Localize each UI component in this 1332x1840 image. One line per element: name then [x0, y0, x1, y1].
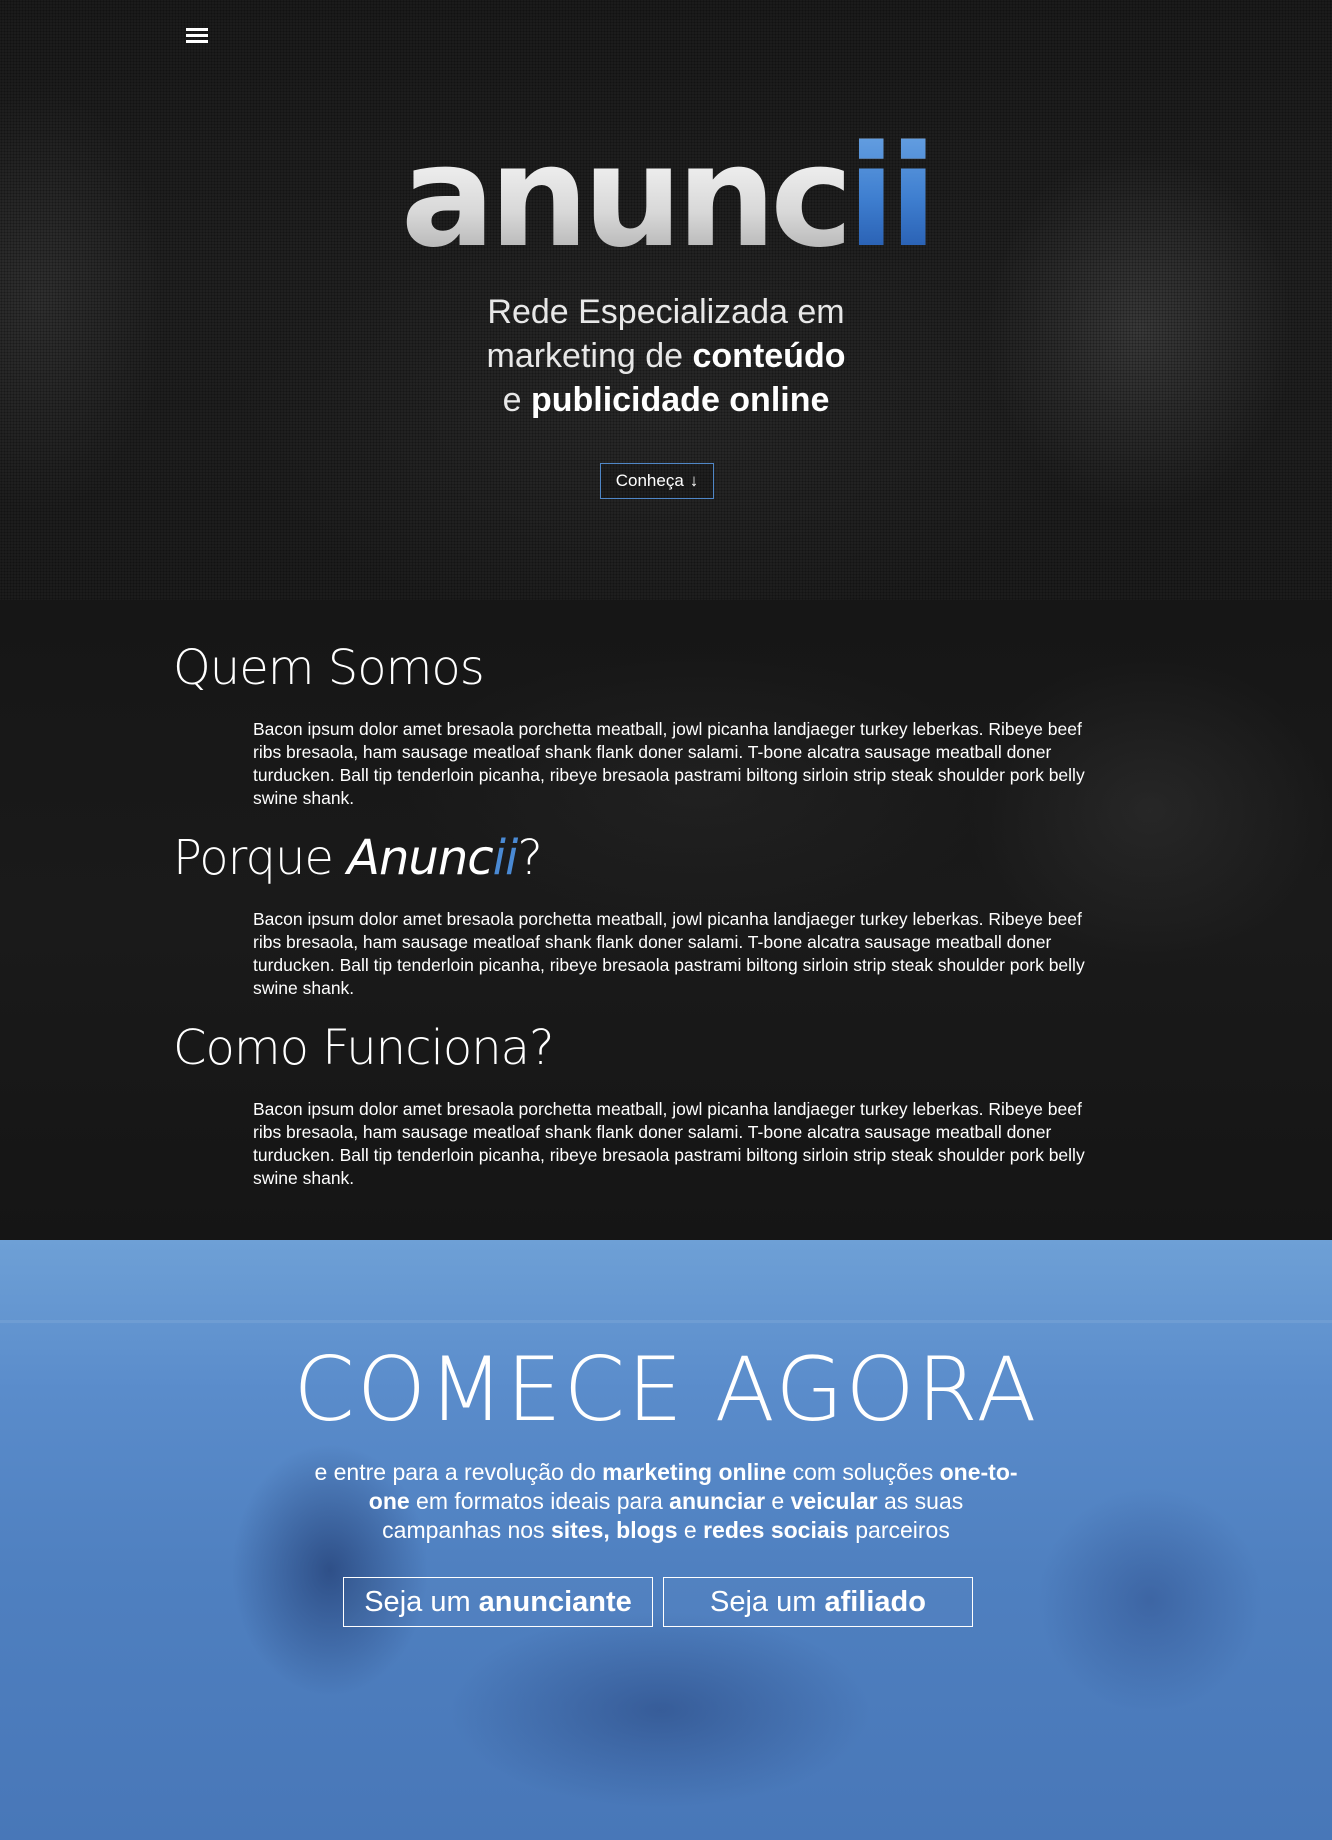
- conheca-label: Conheça: [615, 471, 684, 490]
- hamburger-icon[interactable]: [186, 28, 208, 44]
- about-section: Quem Somos Bacon ipsum dolor amet bresao…: [0, 600, 1332, 1240]
- seja-afiliado-button[interactable]: Seja um afiliado: [663, 1577, 973, 1627]
- porque-anuncii-title: Porque Anuncii?: [173, 830, 543, 886]
- quem-somos-text: Bacon ipsum dolor amet bresaola porchett…: [253, 719, 1085, 808]
- comece-agora-text: e entre para a revolução do marketing on…: [314, 1459, 1018, 1543]
- logo-text: anuncii: [400, 116, 937, 279]
- como-funciona-text: Bacon ipsum dolor amet bresaola porchett…: [253, 1099, 1085, 1188]
- comece-agora-title: COMECE AGORA: [293, 1338, 1039, 1441]
- porque-anuncii-text: Bacon ipsum dolor amet bresaola porchett…: [253, 909, 1085, 998]
- hero-tagline: Rede Especializada em marketing de conte…: [0, 290, 1332, 422]
- tagline-line-3: e publicidade online: [502, 381, 830, 419]
- arrow-down-icon: ↓: [689, 471, 699, 490]
- seja-anunciante-button[interactable]: Seja um anunciante: [343, 1577, 653, 1627]
- comece-agora-section: COMECE AGORA e entre para a revolução do…: [0, 1240, 1332, 1840]
- quem-somos-title: Quem Somos: [173, 640, 485, 696]
- tagline-line-2: marketing de conteúdo: [486, 337, 846, 375]
- hero-section: anuncii Rede Especializada em marketing …: [0, 0, 1332, 600]
- logo: anuncii: [0, 128, 1332, 268]
- como-funciona-title: Como Funciona?: [173, 1020, 554, 1076]
- tagline-line-1: Rede Especializada em: [487, 293, 845, 331]
- cta-divider: [0, 1320, 1332, 1323]
- conheca-button[interactable]: Conheça ↓: [600, 463, 714, 499]
